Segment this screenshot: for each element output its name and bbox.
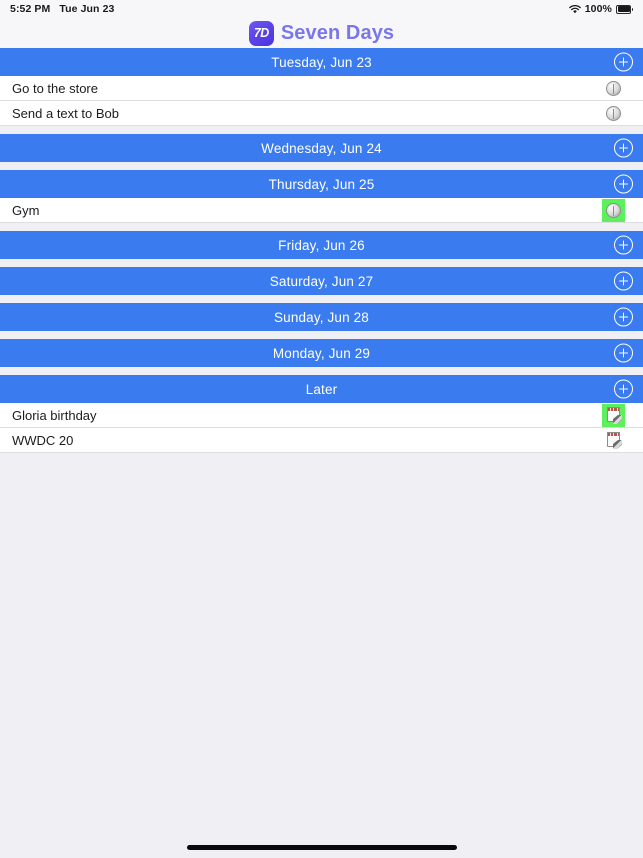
- battery-icon: [616, 4, 633, 14]
- task-label: Gym: [12, 202, 40, 218]
- plus-circle-icon[interactable]: [614, 235, 633, 255]
- section-header[interactable]: Later: [0, 375, 643, 403]
- plus-circle-icon[interactable]: [614, 52, 633, 72]
- task-label: Gloria birthday: [12, 407, 97, 423]
- app-logo-icon: 7D: [248, 20, 274, 46]
- section-gap: [0, 367, 643, 375]
- notepad-pencil-icon[interactable]: [602, 403, 625, 427]
- home-indicator[interactable]: [186, 844, 457, 850]
- plus-circle-icon[interactable]: [614, 379, 633, 399]
- plus-circle-icon[interactable]: [614, 307, 633, 327]
- section-header-title: Tuesday, Jun 23: [271, 54, 372, 70]
- section-gap: [0, 259, 643, 267]
- battery-percent: 100%: [584, 3, 612, 15]
- home-indicator-area: [0, 836, 643, 858]
- section-header-title: Wednesday, Jun 24: [261, 140, 382, 156]
- day-section: Sunday, Jun 28: [0, 303, 643, 331]
- plus-circle-icon[interactable]: [614, 343, 633, 363]
- day-section: Thursday, Jun 25 Gym: [0, 170, 643, 223]
- section-header[interactable]: Saturday, Jun 27: [0, 267, 643, 295]
- section-header-title: Friday, Jun 26: [278, 237, 365, 253]
- section-header-title: Sunday, Jun 28: [274, 309, 369, 325]
- plus-circle-icon[interactable]: [614, 271, 633, 291]
- section-gap: [0, 162, 643, 170]
- day-section: Monday, Jun 29: [0, 339, 643, 367]
- section-header[interactable]: Sunday, Jun 28: [0, 303, 643, 331]
- section-gap: [0, 223, 643, 231]
- plus-circle-icon[interactable]: [614, 138, 633, 158]
- task-label: Go to the store: [12, 80, 98, 96]
- section-header-title: Later: [305, 381, 338, 397]
- reminder-circle-icon[interactable]: [602, 198, 625, 222]
- section-header[interactable]: Tuesday, Jun 23: [0, 48, 643, 76]
- day-section: Later Gloria birthday WWDC 20: [0, 375, 643, 453]
- section-gap: [0, 295, 643, 303]
- day-section: Wednesday, Jun 24: [0, 134, 643, 162]
- section-header-title: Saturday, Jun 27: [269, 273, 374, 289]
- task-row[interactable]: Gym: [0, 198, 643, 223]
- section-gap: [0, 126, 643, 134]
- wifi-icon: [568, 4, 581, 14]
- status-bar-right: 100%: [568, 3, 633, 15]
- app-window: 5:52 PM Tue Jun 23 100% 7D Seven Days Tu: [0, 0, 643, 858]
- day-section: Friday, Jun 26: [0, 231, 643, 259]
- task-row[interactable]: Go to the store: [0, 76, 643, 101]
- day-section: Saturday, Jun 27: [0, 267, 643, 295]
- status-bar: 5:52 PM Tue Jun 23 100%: [0, 0, 643, 18]
- status-date: Tue Jun 23: [59, 3, 115, 15]
- section-header[interactable]: Wednesday, Jun 24: [0, 134, 643, 162]
- day-sections-list: Tuesday, Jun 23 Go to the store Send a tex…: [0, 48, 643, 836]
- task-row[interactable]: Gloria birthday: [0, 403, 643, 428]
- day-section: Tuesday, Jun 23 Go to the store Send a tex…: [0, 48, 643, 126]
- section-header[interactable]: Friday, Jun 26: [0, 231, 643, 259]
- status-bar-left: 5:52 PM Tue Jun 23: [10, 3, 114, 15]
- reminder-circle-icon[interactable]: [602, 102, 625, 125]
- task-label: Send a text to Bob: [12, 105, 119, 121]
- section-header[interactable]: Thursday, Jun 25: [0, 170, 643, 198]
- section-gap: [0, 331, 643, 339]
- status-time: 5:52 PM: [10, 3, 51, 15]
- task-label: WWDC 20: [12, 432, 74, 448]
- reminder-circle-icon[interactable]: [602, 77, 625, 100]
- page-title: Seven Days: [280, 21, 395, 44]
- task-row[interactable]: WWDC 20: [0, 428, 643, 453]
- section-header[interactable]: Monday, Jun 29: [0, 339, 643, 367]
- task-row[interactable]: Send a text to Bob: [0, 101, 643, 126]
- section-header-title: Thursday, Jun 25: [268, 176, 375, 192]
- section-header-title: Monday, Jun 29: [272, 345, 371, 361]
- notepad-pencil-icon[interactable]: [602, 429, 625, 452]
- plus-circle-icon[interactable]: [614, 174, 633, 194]
- app-title-bar: 7D Seven Days: [0, 18, 643, 48]
